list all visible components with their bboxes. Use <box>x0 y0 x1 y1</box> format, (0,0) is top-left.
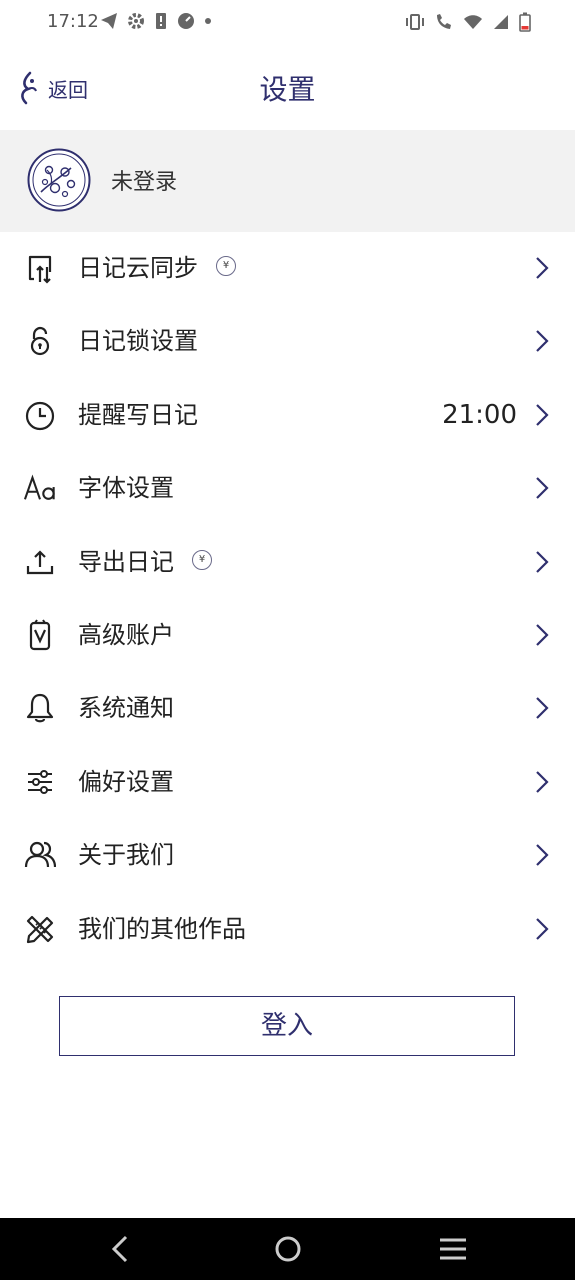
avatar <box>27 148 91 212</box>
menu-label-text: 导出日记 <box>78 547 174 576</box>
menu-label-font: 字体设置 <box>78 474 174 503</box>
menu-item-notifications[interactable]: 系统通知 <box>0 672 575 745</box>
chevron-right-icon <box>536 550 549 573</box>
pencil-ruler-icon <box>26 915 54 943</box>
menu-item-about[interactable]: 关于我们 <box>0 819 575 892</box>
chevron-right-icon <box>536 917 549 940</box>
sliders-icon <box>28 769 52 794</box>
telegram-icon <box>101 13 117 29</box>
menu-item-font[interactable]: 字体设置 <box>0 452 575 525</box>
premium-icon <box>29 619 51 651</box>
menu-label-diary-lock: 日记锁设置 <box>78 327 198 356</box>
chevron-right-icon <box>536 404 549 426</box>
system-nav-bar <box>0 1218 575 1280</box>
chevron-right-icon <box>536 697 549 720</box>
font-icon <box>24 474 55 501</box>
page-title: 设置 <box>259 73 316 106</box>
chevron-right-icon <box>536 770 549 793</box>
chevron-right-icon <box>536 844 549 866</box>
status-notification-icons <box>100 12 212 30</box>
chevron-right-icon <box>536 624 549 646</box>
nav-back-icon[interactable] <box>104 1231 140 1267</box>
paid-coin-icon: ¥ <box>216 256 236 276</box>
profile-name: 未登录 <box>111 170 178 195</box>
menu-label-cloud-sync: 日记云同步 ¥ <box>78 252 236 284</box>
battery-icon <box>519 12 531 32</box>
menu-label-text: 日记云同步 <box>78 254 198 282</box>
menu-item-preferences[interactable]: 偏好设置 <box>0 746 575 819</box>
menu-item-diary-lock[interactable]: 日记锁设置 <box>0 305 575 378</box>
status-bar: 17:12 <box>0 0 575 46</box>
menu-item-cloud-sync[interactable]: 日记云同步 ¥ <box>0 232 575 305</box>
cloud-sync-icon <box>28 255 52 284</box>
wifi-icon <box>464 15 482 29</box>
menu-label-about: 关于我们 <box>78 841 174 870</box>
menu-item-reminder[interactable]: 提醒写日记 21:00 <box>0 379 575 452</box>
gear-icon <box>128 13 144 29</box>
lock-icon <box>30 327 50 356</box>
menu-label-other-apps: 我们的其他作品 <box>78 914 246 943</box>
profile-row[interactable]: 未登录 <box>0 130 575 232</box>
chevron-right-icon <box>536 330 549 353</box>
menu-label-preferences: 偏好设置 <box>78 767 174 796</box>
paid-coin-icon: ¥ <box>192 549 212 570</box>
signal-icon <box>494 15 508 29</box>
bell-icon <box>26 694 54 723</box>
alert-icon <box>156 13 166 29</box>
wifi-call-icon <box>437 14 451 29</box>
vibrate-icon <box>406 14 424 30</box>
menu-item-premium[interactable]: 高级账户 <box>0 599 575 672</box>
speed-icon <box>178 13 194 29</box>
menu-label-premium: 高级账户 <box>78 620 174 649</box>
menu-item-other-apps[interactable]: 我们的其他作品 <box>0 893 575 966</box>
clock-icon <box>25 401 55 430</box>
menu-label-notifications: 系统通知 <box>78 694 174 723</box>
header: 返回 设置 <box>0 46 575 130</box>
menu-label-reminder: 提醒写日记 <box>78 400 198 429</box>
menu-label-export: 导出日记 ¥ <box>78 546 212 578</box>
people-icon <box>24 842 56 868</box>
export-icon <box>26 550 54 574</box>
menu-item-export[interactable]: 导出日记 ¥ <box>0 526 575 599</box>
settings-menu: 日记云同步 ¥ 日记锁设置 提醒写日记 21:00 字体设置 导出日记 ¥ 高级… <box>0 232 575 966</box>
reminder-time-value: 21:00 <box>442 399 517 430</box>
chevron-right-icon <box>536 477 549 499</box>
status-time: 17:12 <box>47 11 99 32</box>
login-button[interactable]: 登入 <box>59 996 515 1056</box>
nav-home-icon[interactable] <box>270 1231 306 1267</box>
status-system-icons <box>405 12 531 32</box>
dot-icon <box>205 18 211 24</box>
chevron-right-icon <box>536 257 549 279</box>
nav-recents-icon[interactable] <box>435 1231 471 1267</box>
